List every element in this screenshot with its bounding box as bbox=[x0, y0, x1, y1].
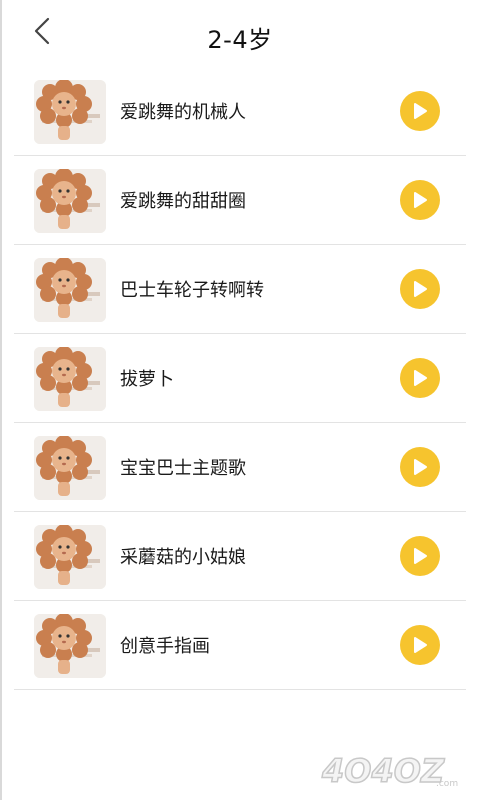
song-thumbnail bbox=[34, 525, 106, 589]
song-title: 爱跳舞的甜甜圈 bbox=[120, 191, 246, 212]
play-icon bbox=[414, 548, 427, 564]
song-thumbnail bbox=[34, 614, 106, 678]
song-row[interactable]: 采蘑菇的小姑娘 bbox=[14, 512, 466, 601]
song-row[interactable]: 宝宝巴士主题歌 bbox=[14, 423, 466, 512]
song-row[interactable]: 爱跳舞的甜甜圈 bbox=[14, 156, 466, 245]
song-thumbnail bbox=[34, 436, 106, 500]
play-button[interactable] bbox=[400, 447, 440, 487]
song-title: 创意手指画 bbox=[120, 636, 210, 657]
song-title: 巴士车轮子转啊转 bbox=[120, 280, 264, 301]
play-button[interactable] bbox=[400, 269, 440, 309]
song-thumbnail bbox=[34, 80, 106, 144]
song-list: 爱跳舞的机械人 爱跳舞的甜甜圈 巴士车轮子转啊转 拔萝卜 宝宝巴士主题歌 采蘑菇… bbox=[14, 67, 466, 690]
song-title: 拔萝卜 bbox=[120, 369, 174, 390]
song-row[interactable]: 创意手指画 bbox=[14, 601, 466, 690]
page-title: 2-4岁 bbox=[207, 26, 273, 54]
header-bar: 2-4岁 bbox=[0, 0, 480, 72]
play-icon bbox=[414, 103, 427, 119]
play-button[interactable] bbox=[400, 358, 440, 398]
song-title: 采蘑菇的小姑娘 bbox=[120, 547, 246, 568]
play-icon bbox=[414, 281, 427, 297]
svg-text:.com: .com bbox=[436, 779, 458, 789]
play-button[interactable] bbox=[400, 91, 440, 131]
song-thumbnail bbox=[34, 258, 106, 322]
song-row[interactable]: 拔萝卜 bbox=[14, 334, 466, 423]
play-button[interactable] bbox=[400, 180, 440, 220]
play-button[interactable] bbox=[400, 536, 440, 576]
song-title: 宝宝巴士主题歌 bbox=[120, 458, 246, 479]
song-thumbnail bbox=[34, 347, 106, 411]
play-icon bbox=[414, 459, 427, 475]
left-edge bbox=[0, 0, 2, 800]
song-row[interactable]: 爱跳舞的机械人 bbox=[14, 67, 466, 156]
play-button[interactable] bbox=[400, 625, 440, 665]
site-watermark: 4O4OZ .com bbox=[320, 751, 458, 790]
song-thumbnail bbox=[34, 169, 106, 233]
song-row[interactable]: 巴士车轮子转啊转 bbox=[14, 245, 466, 334]
play-icon bbox=[414, 192, 427, 208]
play-icon bbox=[414, 637, 427, 653]
song-title: 爱跳舞的机械人 bbox=[120, 102, 246, 123]
play-icon bbox=[414, 370, 427, 386]
svg-text:4O4OZ: 4O4OZ bbox=[321, 752, 445, 790]
